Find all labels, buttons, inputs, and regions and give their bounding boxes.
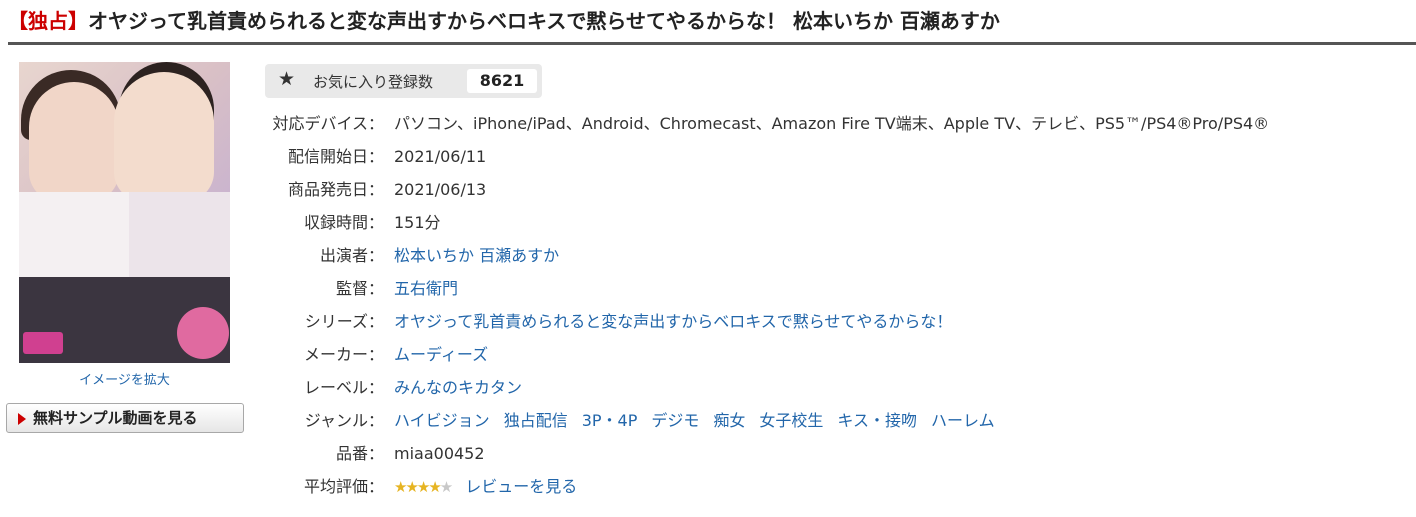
genre-link[interactable]: 痴女 bbox=[713, 411, 745, 430]
release-date-label: 商品発売日： bbox=[287, 180, 384, 199]
director-link[interactable]: 五右衛門 bbox=[394, 279, 458, 298]
genre-link[interactable]: 女子校生 bbox=[759, 411, 823, 430]
duration-value: 151分 bbox=[394, 213, 441, 232]
row-series: シリーズ： オヤジって乳首責められると変な声出すからベロキスで黙らせてやるからな！ bbox=[262, 310, 953, 334]
label-link[interactable]: みんなのキカタン bbox=[394, 378, 522, 397]
star-icon: ★ bbox=[278, 68, 296, 90]
genre-link[interactable]: ハーレム bbox=[931, 411, 995, 430]
row-stream-start: 配信開始日： 2021/06/11 bbox=[262, 145, 486, 169]
maker-label: メーカー： bbox=[303, 345, 384, 364]
row-performers: 出演者： 松本いちか 百瀬あすか bbox=[262, 244, 559, 268]
row-product-code: 品番： miaa00452 bbox=[262, 442, 485, 466]
maker-logo bbox=[23, 332, 63, 354]
row-label: レーベル： みんなのキカタン bbox=[262, 376, 522, 400]
label-label: レーベル： bbox=[303, 378, 384, 397]
stream-start-label: 配信開始日： bbox=[287, 147, 384, 166]
rating-label: 平均評価： bbox=[303, 477, 384, 496]
product-code-label: 品番： bbox=[335, 444, 384, 463]
director-label: 監督： bbox=[335, 279, 384, 298]
stream-start-value: 2021/06/11 bbox=[394, 147, 487, 166]
row-rating: 平均評価： ★★★★★ レビューを見る bbox=[262, 475, 577, 499]
cover-image[interactable] bbox=[19, 62, 230, 363]
cover-badge bbox=[177, 307, 229, 359]
genre-link[interactable]: キス・接吻 bbox=[837, 411, 917, 430]
free-sample-label: 無料サンプル動画を見る bbox=[33, 409, 198, 427]
play-icon bbox=[18, 413, 26, 425]
genre-link[interactable]: ハイビジョン bbox=[394, 411, 490, 430]
favorites-count: 8621 bbox=[467, 69, 537, 93]
performer-link[interactable]: 松本いちか bbox=[394, 246, 474, 265]
row-genre: ジャンル： ハイビジョン 独占配信 3P・4P デジモ 痴女 女子校生 キス・接吻 ハーレム bbox=[262, 409, 1009, 433]
series-link[interactable]: オヤジって乳首責められると変な声出すからベロキスで黙らせてやるからな！ bbox=[394, 312, 952, 331]
exclusive-tag: 【独占】 bbox=[8, 9, 88, 33]
title-text: オヤジって乳首責められると変な声出すからベロキスで黙らせてやるからな！ 松本いち… bbox=[88, 9, 1000, 33]
duration-label: 収録時間： bbox=[303, 213, 384, 232]
row-duration: 収録時間： 151分 bbox=[262, 211, 441, 235]
release-date-value: 2021/06/13 bbox=[394, 180, 487, 199]
performers-label: 出演者： bbox=[319, 246, 384, 265]
genre-link[interactable]: 独占配信 bbox=[504, 411, 568, 430]
row-maker: メーカー： ムーディーズ bbox=[262, 343, 488, 367]
review-link[interactable]: レビューを見る bbox=[465, 477, 577, 496]
row-director: 監督： 五右衛門 bbox=[262, 277, 458, 301]
favorites-label: お気に入り登録数 bbox=[313, 73, 434, 91]
maker-link[interactable]: ムーディーズ bbox=[394, 345, 488, 364]
page-title: 【独占】オヤジって乳首責められると変な声出すからベロキスで黙らせてやるからな！ … bbox=[8, 6, 1408, 36]
devices-label: 対応デバイス： bbox=[272, 114, 384, 133]
genre-link[interactable]: 3P・4P bbox=[582, 411, 638, 430]
free-sample-button[interactable]: 無料サンプル動画を見る bbox=[6, 403, 244, 433]
series-label: シリーズ： bbox=[304, 312, 384, 331]
genre-link[interactable]: デジモ bbox=[651, 411, 699, 430]
rating-stars-icon: ★★★★★ bbox=[394, 478, 453, 496]
row-devices: 対応デバイス： パソコン、iPhone/iPad、Android、Chromeca… bbox=[262, 112, 1269, 136]
row-release-date: 商品発売日： 2021/06/13 bbox=[262, 178, 486, 202]
enlarge-image-link[interactable]: イメージを拡大 bbox=[19, 369, 230, 388]
genre-label: ジャンル： bbox=[304, 411, 384, 430]
title-divider bbox=[8, 42, 1416, 45]
favorites-box[interactable]: ★ お気に入り登録数 8621 bbox=[265, 64, 542, 98]
devices-value: パソコン、iPhone/iPad、Android、Chromecast、Amaz… bbox=[394, 114, 1270, 133]
performer-link[interactable]: 百瀬あすか bbox=[479, 246, 559, 265]
product-code-value: miaa00452 bbox=[394, 444, 485, 463]
